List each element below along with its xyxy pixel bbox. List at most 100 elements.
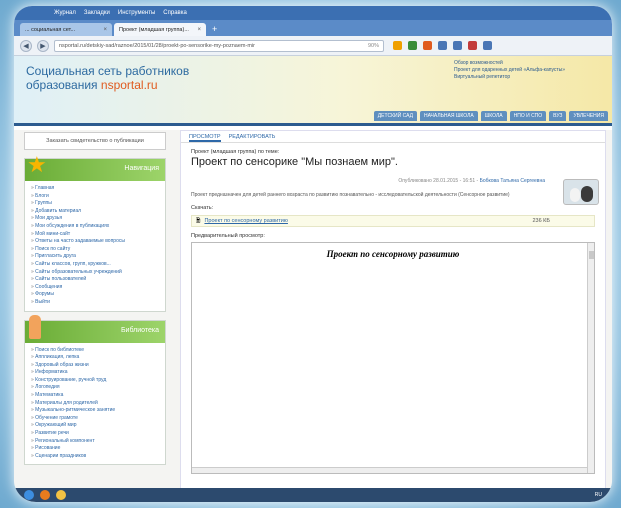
library-item[interactable]: Аппликация, лепка [31,354,161,362]
promo-link[interactable]: Обзор возможностей [454,60,565,67]
browser-menubar: Журнал Закладки Инструменты Справка [14,6,612,20]
menu-item-help[interactable]: Справка [163,10,187,16]
sidebar-nav-item[interactable]: Пригласить друга [31,253,161,261]
forward-icon[interactable]: ▶ [37,39,49,52]
language-indicator[interactable]: RU [595,492,602,498]
library-panel-header: Библиотека [25,314,165,343]
menu-item-history[interactable]: Журнал [54,10,76,16]
zoom-level[interactable]: 90% [368,43,379,49]
bookmark-star-icon[interactable] [393,41,402,50]
tab-project[interactable]: Проект (младшая группа)... × [114,23,206,36]
star-icon: ★ [27,152,47,177]
logo-accent: nsportal.ru [100,78,158,92]
promo-link[interactable]: Виртуальный репетитор [454,74,565,81]
library-item[interactable]: Поиск по библиотеке [31,347,161,355]
site-logo-line2[interactable]: образования nsportal.ru [26,78,158,92]
downloads-label: Скачать: [191,205,214,211]
sidebar-nav-item[interactable]: Группы [31,200,161,208]
document-icon: 🗎 [196,217,201,224]
library-panel: Библиотека Поиск по библиотекеАппликация… [24,314,166,466]
site-logo-line1[interactable]: Социальная сеть работников [26,64,189,78]
navigation-list: ГлавнаяБлогиГруппыДобавить материалМои д… [25,181,165,311]
library-item[interactable]: Рисование [31,445,161,453]
sidebar: Заказать свидетельство о публикации ★ На… [24,130,166,466]
library-item[interactable]: Региональный компонент [31,438,161,446]
tab-label: ... социальная сет... [25,26,76,33]
order-certificate-button[interactable]: Заказать свидетельство о публикации [24,132,166,150]
library-item[interactable]: Развитие речи [31,430,161,438]
sidebar-nav-item[interactable]: Форумы [31,291,161,299]
folder-icon[interactable] [56,490,66,500]
topnav-university[interactable]: ВУЗ [549,111,567,121]
library-item[interactable]: Информатика [31,369,161,377]
close-icon[interactable]: × [103,27,107,33]
addon-icon[interactable] [408,41,417,50]
attachment-row: 🗎 Проект по сенсорному развитию 236 КБ [191,215,595,227]
tab-view[interactable]: ПРОСМОТР [189,134,221,142]
topnav-school[interactable]: ШКОЛА [480,111,507,121]
tab-edit[interactable]: РЕДАКТИРОВАТЬ [229,134,276,142]
addon-icon[interactable] [423,41,432,50]
back-icon[interactable]: ◀ [20,39,32,52]
addon-icon[interactable] [468,41,477,50]
page-content: Заказать свидетельство о публикации ★ На… [14,130,612,490]
topnav-primary-school[interactable]: НАЧАЛЬНАЯ ШКОЛА [419,111,478,121]
home-icon[interactable] [453,41,462,50]
new-tab-icon[interactable]: + [208,23,221,36]
author-avatar[interactable] [563,179,599,205]
sidebar-nav-item[interactable]: Поиск по сайту [31,246,161,254]
menu-item-tools[interactable]: Инструменты [118,10,155,16]
sidebar-nav-item[interactable]: Мои обсуждения в публикациях [31,223,161,231]
tab-strip: ... социальная сет... × Проект (младшая … [14,20,612,36]
horizontal-scrollbar[interactable] [192,467,587,473]
top-navigation: ДЕТСКИЙ САД НАЧАЛЬНАЯ ШКОЛА ШКОЛА НПО И … [373,111,608,121]
menu-icon[interactable] [483,41,492,50]
sidebar-nav-item[interactable]: Блоги [31,193,161,201]
download-icon[interactable] [438,41,447,50]
library-item[interactable]: Материалы для родителей [31,400,161,408]
library-item[interactable]: Сценарии праздников [31,453,161,461]
library-item[interactable]: Музыкально-ритмическое занятие [31,407,161,415]
sidebar-nav-item[interactable]: Мои друзья [31,215,161,223]
library-item[interactable]: Математика [31,392,161,400]
topnav-hobbies[interactable]: УВЛЕЧЕНИЯ [569,111,608,121]
promo-links: Обзор возможностей Проект для одаренных … [454,60,565,81]
tab-social-network[interactable]: ... социальная сет... × [20,23,112,36]
library-item[interactable]: Логопедия [31,384,161,392]
sidebar-nav-item[interactable]: Выйти [31,299,161,307]
sidebar-nav-item[interactable]: Сайты образовательных учреждений [31,269,161,277]
navigation-bar: ◀ ▶ nsportal.ru/detskiy-sad/raznoe/2015/… [14,36,612,56]
close-icon[interactable]: × [197,27,201,33]
firefox-icon[interactable] [40,490,50,500]
preview-label: Предварительный просмотр: [191,233,265,239]
topnav-vocational[interactable]: НПО И СПО [509,111,547,121]
author-link[interactable]: Бобкова Татьяна Сергеевна [480,178,545,184]
library-panel-title: Библиотека [120,326,159,334]
tab-label: Проект (младшая группа)... [119,26,189,33]
navigation-panel-header: ★ Навигация [25,154,165,181]
sidebar-nav-item[interactable]: Добавить материал [31,208,161,216]
sidebar-nav-item[interactable]: Ответы на часто задаваемые вопросы [31,238,161,246]
vertical-scrollbar[interactable] [587,243,594,473]
library-item[interactable]: Конструирование, ручной труд [31,377,161,385]
sidebar-nav-item[interactable]: Сайты пользователей [31,276,161,284]
menu-item-bookmarks[interactable]: Закладки [84,10,110,16]
document-preview[interactable]: Проект по сенсорному развитию [191,242,595,474]
library-item[interactable]: Окружающий мир [31,422,161,430]
sidebar-nav-item[interactable]: Сайты классов, групп, кружков... [31,261,161,269]
promo-link[interactable]: Проект для одаренных детей «Альфа-капуст… [454,67,565,74]
toolbar-icons [393,41,492,50]
sidebar-nav-item[interactable]: Главная [31,185,161,193]
site-header: Социальная сеть работников образования n… [14,56,612,126]
address-bar[interactable]: nsportal.ru/detskiy-sad/raznoe/2015/01/2… [54,39,384,52]
attachment-link[interactable]: Проект по сенсорному развитию [204,218,288,224]
sidebar-nav-item[interactable]: Сообщения [31,284,161,292]
sidebar-nav-item[interactable]: Мой мини-сайт [31,231,161,239]
file-size: 236 КБ [532,218,550,224]
logo-text: образования [26,78,101,92]
topnav-kindergarten[interactable]: ДЕТСКИЙ САД [373,111,417,121]
navigation-panel-title: Навигация [124,165,159,172]
start-icon[interactable] [24,490,34,500]
article: Проект (младшая группа) по теме: Проект … [181,149,605,474]
library-item[interactable]: Здоровый образ жизни [31,362,161,370]
